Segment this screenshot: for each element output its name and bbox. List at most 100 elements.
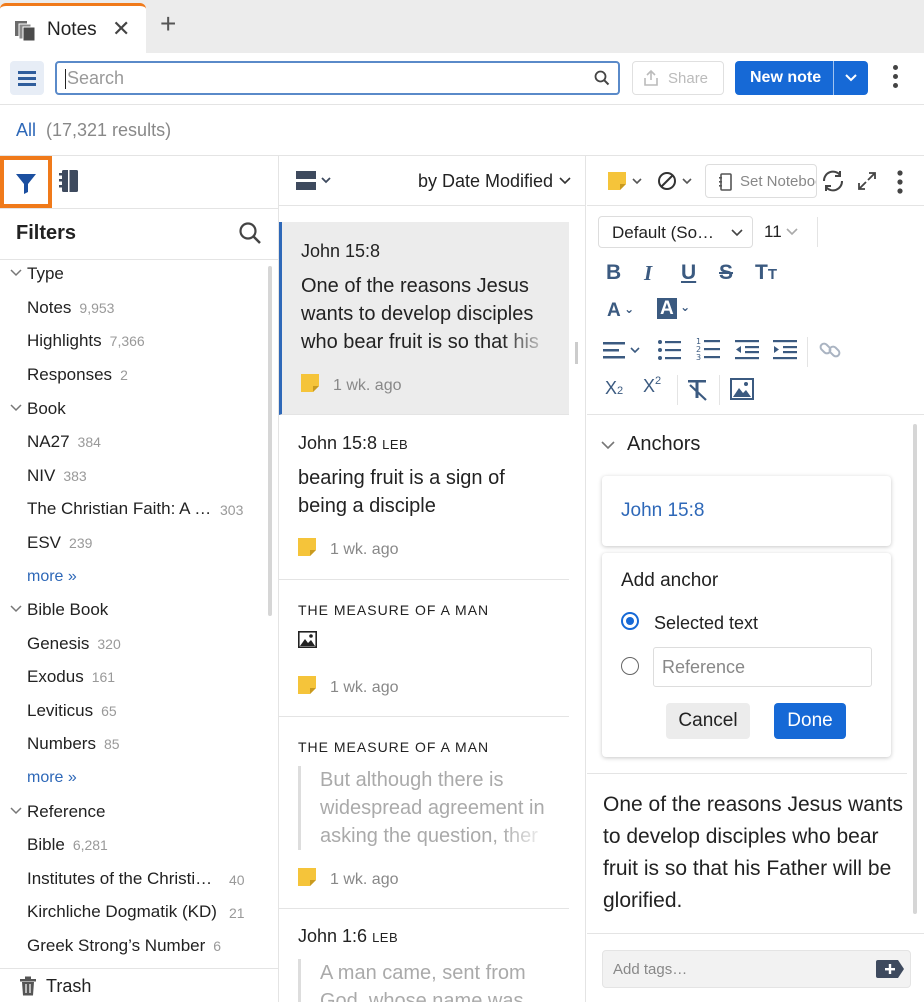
- filter-item[interactable]: Numbers 85: [0, 732, 270, 762]
- font-size-select[interactable]: 11: [764, 222, 798, 242]
- trash-item[interactable]: Trash: [0, 968, 278, 1002]
- search-icon[interactable]: [238, 221, 262, 250]
- filter-item[interactable]: Institutes of the Christi… 40: [0, 867, 270, 897]
- link-icon[interactable]: [818, 338, 842, 367]
- anchor-card[interactable]: John 15:8: [602, 476, 891, 546]
- filter-item[interactable]: NIV 383: [0, 464, 270, 494]
- divider: [587, 933, 924, 934]
- notebook-icon[interactable]: [57, 168, 81, 199]
- reference-input[interactable]: Reference: [653, 647, 872, 687]
- filter-group-reference[interactable]: Reference: [0, 800, 270, 830]
- share-button[interactable]: Share: [632, 61, 724, 95]
- filter-item-label: Greek Strong’s Number: [27, 936, 206, 955]
- strikethrough-icon[interactable]: S: [719, 261, 733, 285]
- note-card[interactable]: THE MEASURE OF A MAN But although there …: [279, 717, 569, 909]
- expand-icon[interactable]: [857, 171, 877, 196]
- filter-item-label: Numbers: [27, 734, 96, 753]
- note-body-editor[interactable]: One of the reasons Jesus wants to develo…: [603, 789, 903, 917]
- filter-item[interactable]: Exodus 161: [0, 665, 270, 695]
- filter-group-type[interactable]: Type: [0, 262, 270, 292]
- tags-input[interactable]: Add tags…: [602, 950, 911, 988]
- more-link[interactable]: more »: [0, 767, 270, 797]
- filter-group-bible-book[interactable]: Bible Book: [0, 598, 270, 628]
- underline-icon[interactable]: U: [681, 261, 696, 285]
- font-color-icon[interactable]: A ⌄: [607, 300, 634, 322]
- more-options-icon[interactable]: [887, 65, 903, 91]
- insert-image-icon[interactable]: [730, 378, 754, 405]
- filter-item[interactable]: Leviticus 65: [0, 699, 270, 729]
- panel-resize-handle[interactable]: [575, 342, 578, 364]
- bullet-list-icon[interactable]: [657, 338, 681, 367]
- note-card[interactable]: John 15:8 LEB bearing fruit is a sign of…: [279, 415, 569, 580]
- selected-text-radio[interactable]: [621, 612, 639, 630]
- chevron-down-icon: [10, 404, 22, 412]
- note-card[interactable]: John 1:6 LEB A man came, sent from God, …: [279, 909, 569, 1002]
- menu-button[interactable]: [10, 61, 44, 95]
- add-anchor-panel: Add anchor Selected text Reference Cance…: [602, 553, 891, 757]
- superscript-icon[interactable]: X2: [643, 375, 661, 397]
- filter-item[interactable]: ESV 239: [0, 531, 270, 561]
- filter-item[interactable]: Bible 6,281: [0, 833, 270, 863]
- scrollbar[interactable]: [268, 266, 272, 616]
- add-tab-icon[interactable]: +: [160, 10, 176, 38]
- note-quote: A man came, sent from God, whose name wa…: [298, 959, 553, 1002]
- filter-item-count: 9,953: [79, 300, 115, 316]
- filter-item[interactable]: Greek Strong’s Number 6: [0, 934, 270, 964]
- scope-all-link[interactable]: All: [16, 120, 36, 141]
- clear-style-icon[interactable]: [657, 171, 695, 196]
- chevron-down-icon[interactable]: [559, 176, 571, 186]
- align-icon[interactable]: [603, 340, 643, 367]
- filter-tab[interactable]: [0, 156, 52, 208]
- close-icon[interactable]: ✕: [112, 16, 130, 42]
- anchor-reference-link[interactable]: John 15:8: [621, 500, 704, 522]
- new-note-button[interactable]: New note: [735, 61, 868, 95]
- sort-dropdown[interactable]: by Date Modified: [418, 171, 553, 192]
- search-input[interactable]: Search: [55, 61, 620, 95]
- new-note-label: New note: [750, 69, 822, 86]
- filter-item[interactable]: Responses 2: [0, 363, 270, 393]
- font-family-value: Default (So…: [612, 223, 715, 242]
- font-family-select[interactable]: Default (So…: [598, 216, 753, 248]
- chevron-down-icon[interactable]: [843, 69, 859, 85]
- italic-icon[interactable]: I: [644, 261, 652, 286]
- sync-icon[interactable]: [820, 168, 846, 199]
- text-size-icon[interactable]: TT: [755, 261, 777, 285]
- chevron-down-icon[interactable]: [601, 439, 615, 451]
- view-mode-icon[interactable]: [296, 171, 334, 196]
- cancel-button[interactable]: Cancel: [666, 703, 750, 739]
- filter-item-count: 85: [103, 736, 120, 752]
- outdent-icon[interactable]: [735, 339, 759, 366]
- filter-group-book[interactable]: Book: [0, 397, 270, 427]
- filter-item-count: 161: [91, 669, 116, 685]
- filter-item[interactable]: The Christian Faith: A … 303: [0, 497, 270, 527]
- subscript-icon[interactable]: X2: [605, 378, 623, 399]
- bold-icon[interactable]: B: [606, 261, 621, 285]
- highlight-color-icon[interactable]: A ⌄: [657, 298, 690, 320]
- add-tag-icon[interactable]: [876, 960, 904, 978]
- search-icon[interactable]: [594, 70, 610, 91]
- note-meta: 1 wk. ago: [298, 676, 398, 699]
- done-button[interactable]: Done: [774, 703, 846, 739]
- filter-item[interactable]: NA27 384: [0, 430, 270, 460]
- tab-notes[interactable]: Notes ✕: [0, 3, 146, 53]
- filter-item[interactable]: Kirchliche Dogmatik (KD) 21: [0, 900, 270, 930]
- note-card[interactable]: THE MEASURE OF A MAN 1 wk. ago: [279, 580, 569, 717]
- anchors-heading[interactable]: Anchors: [627, 433, 700, 456]
- more-options-icon[interactable]: [896, 169, 904, 200]
- filters-title: Filters: [16, 222, 77, 244]
- filter-item[interactable]: Notes 9,953: [0, 296, 270, 326]
- filter-item-label: Responses: [27, 365, 113, 384]
- note-card[interactable]: John 15:8 One of the reasons Jesus wants…: [279, 222, 569, 415]
- numbered-list-icon[interactable]: 123: [696, 336, 720, 367]
- reference-placeholder: Reference: [662, 657, 746, 677]
- scrollbar[interactable]: [913, 424, 917, 914]
- reference-radio[interactable]: [621, 657, 639, 675]
- clear-formatting-icon[interactable]: [687, 379, 709, 406]
- set-notebook-button[interactable]: Set Notebook: [705, 164, 817, 198]
- selected-text-label[interactable]: Selected text: [654, 613, 758, 634]
- indent-icon[interactable]: [773, 339, 797, 366]
- filter-item[interactable]: Highlights 7,366: [0, 329, 270, 359]
- filter-item[interactable]: Genesis 320: [0, 632, 270, 662]
- more-link[interactable]: more »: [0, 566, 270, 596]
- note-style-icon[interactable]: [608, 172, 644, 195]
